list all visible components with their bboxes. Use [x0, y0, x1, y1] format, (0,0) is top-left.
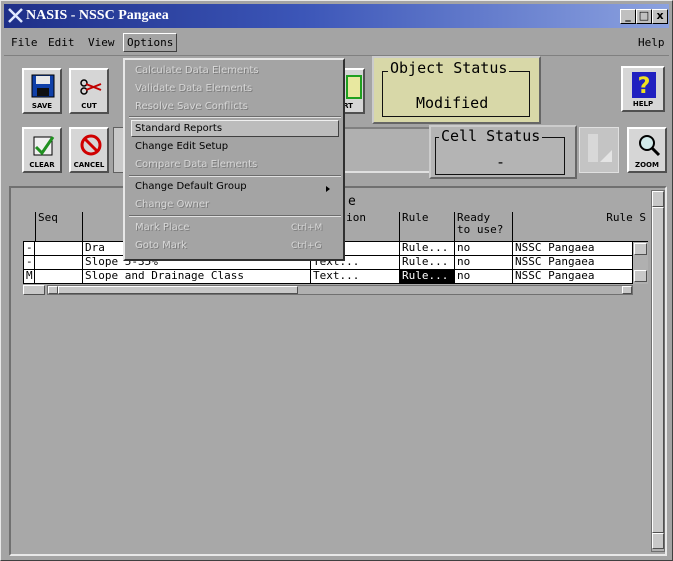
row-ready[interactable]: no: [455, 256, 513, 270]
mark-place-shortcut: Ctrl+M: [291, 223, 323, 233]
close-button[interactable]: x: [652, 9, 668, 24]
corner-button[interactable]: [23, 285, 45, 295]
rows-scroll-up-button[interactable]: [634, 243, 647, 255]
pencil-icon: [588, 134, 612, 162]
cancel-button[interactable]: CANCEL: [69, 127, 109, 173]
clear-label: CLEAR: [29, 161, 55, 169]
clear-button[interactable]: CLEAR: [22, 127, 62, 173]
menu-item-goto-mark[interactable]: Goto Mark: [135, 240, 187, 251]
row-name[interactable]: Slope and Drainage Class: [83, 270, 311, 284]
row-source[interactable]: NSSC Pangaea: [513, 242, 633, 256]
header-rule-source[interactable]: Rule S: [513, 212, 648, 242]
menu-bar: File Edit View Options Help: [4, 30, 669, 56]
row-seq[interactable]: [35, 242, 83, 256]
menu-item-validate-data-elements[interactable]: Validate Data Elements: [135, 83, 252, 94]
menu-item-standard-reports[interactable]: Standard Reports: [131, 120, 339, 137]
row-seq[interactable]: [35, 256, 83, 270]
cell-status-title: Cell Status: [439, 127, 543, 145]
zoom-label: ZOOM: [635, 161, 659, 169]
submenu-arrow-icon: [326, 186, 330, 192]
question-mark-icon: ?: [632, 72, 656, 99]
object-status-panel: Object Status Modified: [372, 56, 541, 124]
report-icon: [346, 75, 362, 99]
svg-text:?: ?: [638, 74, 651, 99]
menu-options[interactable]: Options: [123, 33, 178, 52]
object-status-value: Modified: [416, 94, 489, 112]
menu-item-change-owner[interactable]: Change Owner: [135, 199, 209, 210]
edit-field-area[interactable]: [341, 127, 431, 173]
menu-edit[interactable]: Edit: [48, 36, 75, 49]
rows-scroll-down-button[interactable]: [634, 270, 647, 282]
menu-help[interactable]: Help: [638, 36, 665, 49]
help-button[interactable]: ? HELP: [621, 66, 665, 112]
header-marker: [23, 212, 35, 242]
main-window: NASIS - NSSC Pangaea _ □ x File Edit Vie…: [0, 0, 673, 561]
table-row[interactable]: M Slope and Drainage Class Text... Rule.…: [23, 270, 648, 284]
row-ready[interactable]: no: [455, 270, 513, 284]
magnifier-icon: [639, 135, 661, 157]
horizontal-scrollbar[interactable]: [47, 285, 633, 295]
cell-status-value: -: [496, 153, 506, 171]
menu-item-resolve-save-conflicts[interactable]: Resolve Save Conflicts: [135, 101, 248, 112]
menu-file[interactable]: File: [11, 36, 38, 49]
help-label: HELP: [632, 100, 654, 108]
row-rule[interactable]: Rule...: [400, 256, 455, 270]
object-status-title: Object Status: [388, 59, 510, 77]
header-ready-line2: to use?: [457, 223, 504, 236]
row-rule[interactable]: Rule...: [400, 242, 455, 256]
row-ready[interactable]: no: [455, 242, 513, 256]
row-rule-selected[interactable]: Rule...: [400, 270, 455, 284]
row-marker: M: [23, 270, 35, 284]
save-label: SAVE: [31, 102, 53, 110]
header-seq[interactable]: Seq: [35, 212, 83, 242]
standard-reports-label: Standard Reports: [135, 123, 223, 134]
row-marker: -: [23, 256, 35, 270]
grid-title: e: [348, 194, 356, 209]
maximize-button[interactable]: □: [636, 9, 652, 24]
menu-item-compare-data-elements[interactable]: Compare Data Elements: [135, 159, 257, 170]
minimize-button[interactable]: _: [620, 9, 636, 24]
cancel-label: CANCEL: [73, 161, 105, 169]
scroll-down-button[interactable]: [652, 533, 664, 549]
menu-separator: [129, 215, 341, 217]
vertical-scroll-thumb[interactable]: [652, 207, 664, 533]
row-source[interactable]: NSSC Pangaea: [513, 270, 633, 284]
cut-button[interactable]: CUT: [69, 68, 109, 114]
clear-icon: [33, 136, 55, 156]
floppy-disk-icon: [31, 74, 55, 98]
options-menu: Calculate Data Elements Validate Data El…: [123, 58, 345, 261]
header-ready[interactable]: Ready to use?: [455, 212, 513, 242]
zoom-button[interactable]: ZOOM: [627, 127, 667, 173]
scroll-right-button[interactable]: [622, 286, 632, 294]
disabled-tool-button: [579, 127, 619, 173]
title-bar[interactable]: NASIS - NSSC Pangaea _ □ x: [4, 4, 669, 28]
window-title: NASIS - NSSC Pangaea: [26, 8, 169, 23]
app-icon: [8, 8, 23, 23]
scroll-left-button[interactable]: [48, 286, 58, 294]
menu-separator: [129, 175, 341, 177]
menu-separator: [129, 116, 341, 118]
menu-item-calculate-data-elements[interactable]: Calculate Data Elements: [135, 65, 259, 76]
no-entry-icon: [80, 134, 102, 156]
vertical-scrollbar[interactable]: [651, 190, 665, 552]
row-marker: -: [23, 242, 35, 256]
row-source[interactable]: NSSC Pangaea: [513, 256, 633, 270]
scissors-icon: [80, 79, 102, 95]
row-description[interactable]: Text...: [311, 270, 400, 284]
scroll-up-button[interactable]: [652, 191, 664, 207]
header-rule[interactable]: Rule: [400, 212, 455, 242]
save-button[interactable]: SAVE: [22, 68, 62, 114]
menu-item-change-default-group[interactable]: Change Default Group: [135, 181, 247, 192]
horizontal-scroll-thumb[interactable]: [58, 286, 298, 294]
row-seq[interactable]: [35, 270, 83, 284]
rows-scrollbar[interactable]: [633, 242, 648, 284]
menu-view[interactable]: View: [88, 36, 115, 49]
cut-label: CUT: [81, 102, 97, 110]
menu-item-change-edit-setup[interactable]: Change Edit Setup: [135, 141, 228, 152]
goto-mark-shortcut: Ctrl+G: [291, 241, 322, 251]
menu-item-mark-place[interactable]: Mark Place: [135, 222, 189, 233]
cell-status-panel: Cell Status -: [429, 125, 577, 179]
